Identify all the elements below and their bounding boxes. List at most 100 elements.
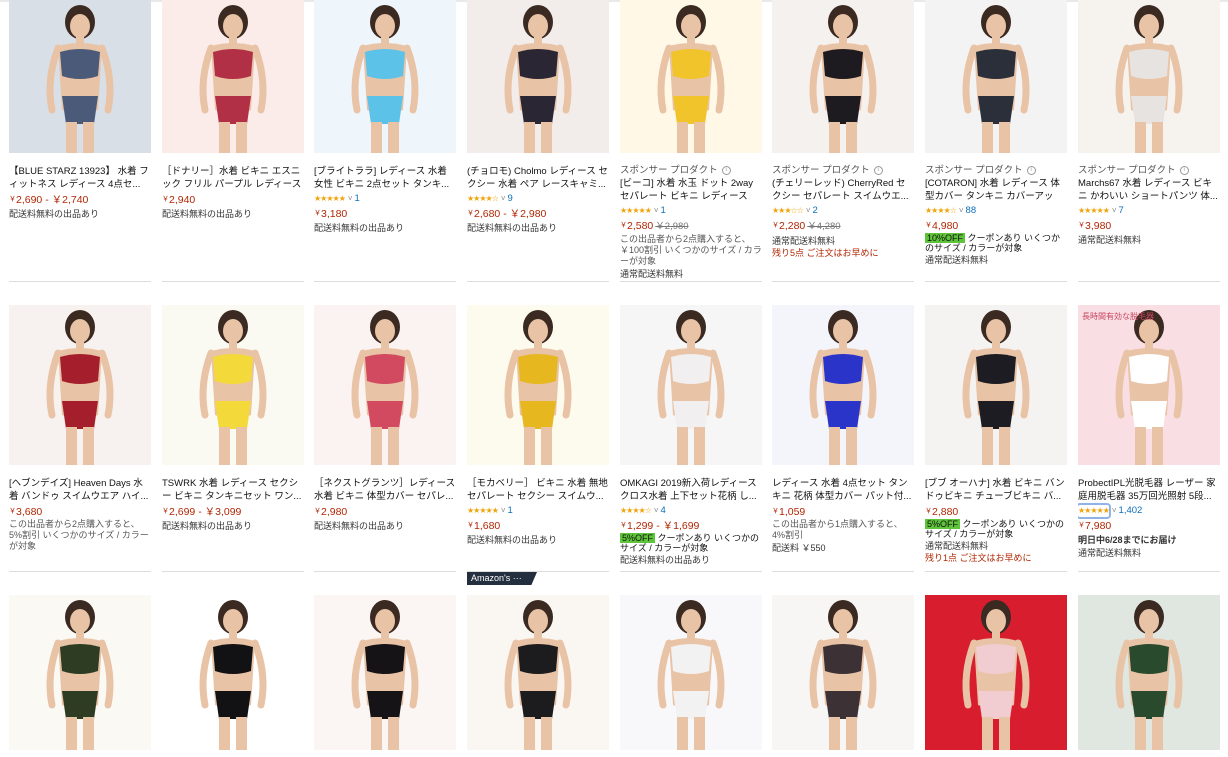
- review-count-link[interactable]: 1: [508, 505, 513, 517]
- product-card[interactable]: 長時間有効な脱毛器 ProbectIPL光脱毛器 レーザー 家庭用脱毛器 35万回…: [1078, 305, 1220, 559]
- product-card[interactable]: スポンサー プロダクト i (チェリーレッド) CherryRed セクシー セパレ…: [772, 0, 914, 259]
- product-title-link[interactable]: ［モカベリー］ ビキニ 水着 無地 セパレート セクシー スイムウ...: [467, 477, 609, 503]
- product-title-link[interactable]: [COTARON] 水着 レディース 体型カバー タンキニ カバーアップ...: [925, 177, 1067, 203]
- product-card[interactable]: [925, 595, 1067, 750]
- product-card[interactable]: [162, 595, 304, 750]
- product-title-link[interactable]: 【BLUE STARZ 13923】 水着 フィットネス レディース 4点セ..…: [9, 165, 151, 191]
- coupon-info[interactable]: 5%OFF クーポンあり いくつかのサイズ / カラーが対象: [925, 519, 1067, 539]
- product-thumbnail[interactable]: [467, 305, 609, 465]
- chevron-down-icon[interactable]: ˅: [959, 205, 964, 217]
- info-icon[interactable]: i: [873, 165, 883, 175]
- product-title-link[interactable]: ［ドナリー］水着 ビキニ エスニ ック フリル パープル レディース ...: [162, 165, 304, 191]
- review-count-link[interactable]: 7: [1119, 205, 1124, 217]
- product-card[interactable]: ［ネクストグランツ］レディース 水着 ビキニ 体型カバー セパレ... ￥2,98…: [314, 305, 456, 532]
- product-title-link[interactable]: OMKAGI 2019新入荷レディース クロス水着 上下セット花柄 し...: [620, 477, 762, 503]
- rating[interactable]: ★★★☆☆ ˅ 2: [772, 205, 914, 217]
- product-title-link[interactable]: [ビーコ] 水着 水玉 ドット 2way セパレート ビキニ レディース: [620, 177, 762, 203]
- review-count-link[interactable]: 88: [966, 205, 977, 217]
- rating[interactable]: ★★★★☆ ˅ 9: [467, 193, 609, 205]
- product-card[interactable]: [ヘブンデイズ] Heaven Days 水着 バンドゥ スイムウエア ハイ..…: [9, 305, 151, 552]
- chevron-down-icon[interactable]: ˅: [654, 205, 659, 217]
- chevron-down-icon[interactable]: ˅: [501, 505, 506, 517]
- chevron-down-icon[interactable]: ˅: [348, 193, 353, 205]
- info-icon[interactable]: i: [1179, 165, 1189, 175]
- product-card[interactable]: ［モカベリー］ ビキニ 水着 無地 セパレート セクシー スイムウ... ★★★★…: [467, 305, 609, 546]
- product-title-link[interactable]: レディース 水着 4点セット タンキニ 花柄 体型カバー パット付...: [772, 477, 914, 503]
- chevron-down-icon[interactable]: ˅: [806, 205, 811, 217]
- product-thumbnail[interactable]: 長時間有効な脱毛器: [1078, 305, 1220, 465]
- product-thumbnail[interactable]: [314, 0, 456, 153]
- coupon-info[interactable]: 10%OFF クーポンあり いくつかのサイズ / カラーが対象: [925, 233, 1067, 253]
- product-title-link[interactable]: [ブブ オーハナ] 水着 ビキニ バンドゥビキニ チューブビキニ バ...: [925, 477, 1067, 503]
- review-count-link[interactable]: 1: [355, 193, 360, 205]
- chevron-down-icon[interactable]: ˅: [1112, 505, 1117, 517]
- product-thumbnail[interactable]: [925, 0, 1067, 153]
- product-title-link[interactable]: Marchs67 水着 レディース ビキニ かわいい ショートパンツ 体...: [1078, 177, 1220, 203]
- product-thumbnail[interactable]: [467, 0, 609, 153]
- info-icon[interactable]: i: [721, 165, 731, 175]
- product-thumbnail[interactable]: [620, 305, 762, 465]
- rating[interactable]: ★★★★★ ˅ 7: [1078, 205, 1220, 217]
- product-thumbnail[interactable]: [772, 595, 914, 750]
- coupon-info[interactable]: 5%OFF クーポンあり いくつかのサイズ / カラーが対象: [620, 533, 762, 553]
- product-thumbnail[interactable]: [1078, 0, 1220, 153]
- rating[interactable]: ★★★★☆ ˅ 88: [925, 205, 1067, 217]
- product-card[interactable]: レディース 水着 4点セット タンキニ 花柄 体型カバー パット付... ￥1,0…: [772, 305, 914, 554]
- product-card[interactable]: [1078, 595, 1220, 750]
- product-thumbnail[interactable]: [9, 0, 151, 153]
- product-card[interactable]: スポンサー プロダクト i [ビーコ] 水着 水玉 ドット 2way セパレート ビ…: [620, 0, 762, 280]
- product-thumbnail[interactable]: [620, 0, 762, 153]
- product-card[interactable]: (チョロモ) Cholmo レディース セクシー 水着 ペア レースキャミ...…: [467, 0, 609, 234]
- product-title-link[interactable]: ProbectIPL光脱毛器 レーザー 家庭用脱毛器 35万回光照射 5段...: [1078, 477, 1220, 503]
- product-thumbnail[interactable]: [162, 305, 304, 465]
- product-thumbnail[interactable]: [772, 0, 914, 153]
- product-card[interactable]: [ブブ オーハナ] 水着 ビキニ バンドゥビキニ チューブビキニ バ... ￥2,…: [925, 305, 1067, 564]
- product-thumbnail[interactable]: [314, 595, 456, 750]
- product-thumbnail[interactable]: [162, 0, 304, 153]
- product-card[interactable]: 【BLUE STARZ 13923】 水着 フィットネス レディース 4点セ..…: [9, 0, 151, 220]
- review-count-link[interactable]: 2: [813, 205, 818, 217]
- product-card[interactable]: スポンサー プロダクト i [COTARON] 水着 レディース 体型カバー タンキ…: [925, 0, 1067, 266]
- product-title-link[interactable]: TSWRK 水着 レディース セクシー ビキニ タンキニセット ワン...: [162, 477, 304, 503]
- product-card[interactable]: [314, 595, 456, 750]
- product-thumbnail[interactable]: [620, 595, 762, 750]
- product-thumbnail[interactable]: [9, 305, 151, 465]
- rating[interactable]: ★★★★★ ˅ 1,402: [1078, 503, 1220, 519]
- info-icon[interactable]: i: [1026, 165, 1036, 175]
- product-card[interactable]: [772, 595, 914, 750]
- product-title-link[interactable]: (チェリーレッド) CherryRed セクシー セパレート スイムウエ...: [772, 177, 914, 203]
- product-title-link[interactable]: ［ネクストグランツ］レディース 水着 ビキニ 体型カバー セパレ...: [314, 477, 456, 503]
- product-thumbnail[interactable]: [9, 595, 151, 750]
- product-card[interactable]: TSWRK 水着 レディース セクシー ビキニ タンキニセット ワン... ￥2,…: [162, 305, 304, 532]
- rating[interactable]: ★★★★★ ˅ 1: [467, 505, 609, 517]
- product-thumbnail[interactable]: [467, 595, 609, 750]
- review-count-link[interactable]: 1,402: [1119, 505, 1143, 517]
- product-card[interactable]: [467, 595, 609, 750]
- product-title-link[interactable]: [ブライトララ] レディース 水着 女性 ビキニ 2点セット タンキ...: [314, 165, 456, 191]
- product-card[interactable]: [ブライトララ] レディース 水着 女性 ビキニ 2点セット タンキ... ★★★…: [314, 0, 456, 234]
- product-card[interactable]: [9, 595, 151, 750]
- rating[interactable]: ★★★★☆ ˅ 4: [620, 505, 762, 517]
- chevron-down-icon[interactable]: ˅: [654, 505, 659, 517]
- product-title-link[interactable]: (チョロモ) Cholmo レディース セクシー 水着 ペア レースキャミ...: [467, 165, 609, 191]
- chevron-down-icon[interactable]: ˅: [501, 193, 506, 205]
- product-thumbnail[interactable]: [1078, 595, 1220, 750]
- chevron-down-icon[interactable]: ˅: [1112, 205, 1117, 217]
- review-count-link[interactable]: 4: [661, 505, 666, 517]
- product-thumbnail[interactable]: [925, 305, 1067, 465]
- product-card[interactable]: ［ドナリー］水着 ビキニ エスニ ック フリル パープル レディース ... ￥2…: [162, 0, 304, 220]
- product-card[interactable]: OMKAGI 2019新入荷レディース クロス水着 上下セット花柄 し... ★★…: [620, 305, 762, 566]
- product-card[interactable]: [620, 595, 762, 750]
- promotion-note: この出品者から1点購入すると、4%割引: [772, 519, 903, 540]
- price: ￥2,980: [314, 505, 456, 519]
- product-thumbnail[interactable]: [925, 595, 1067, 750]
- rating[interactable]: ★★★★★ ˅ 1: [314, 193, 456, 205]
- product-title-link[interactable]: [ヘブンデイズ] Heaven Days 水着 バンドゥ スイムウエア ハイ..…: [9, 477, 151, 503]
- product-thumbnail[interactable]: [772, 305, 914, 465]
- product-thumbnail[interactable]: [314, 305, 456, 465]
- product-card[interactable]: スポンサー プロダクト i Marchs67 水着 レディース ビキニ かわいい シ…: [1078, 0, 1220, 246]
- review-count-link[interactable]: 1: [661, 205, 666, 217]
- review-count-link[interactable]: 9: [508, 193, 513, 205]
- product-thumbnail[interactable]: [162, 595, 304, 750]
- rating[interactable]: ★★★★★ ˅ 1: [620, 205, 762, 217]
